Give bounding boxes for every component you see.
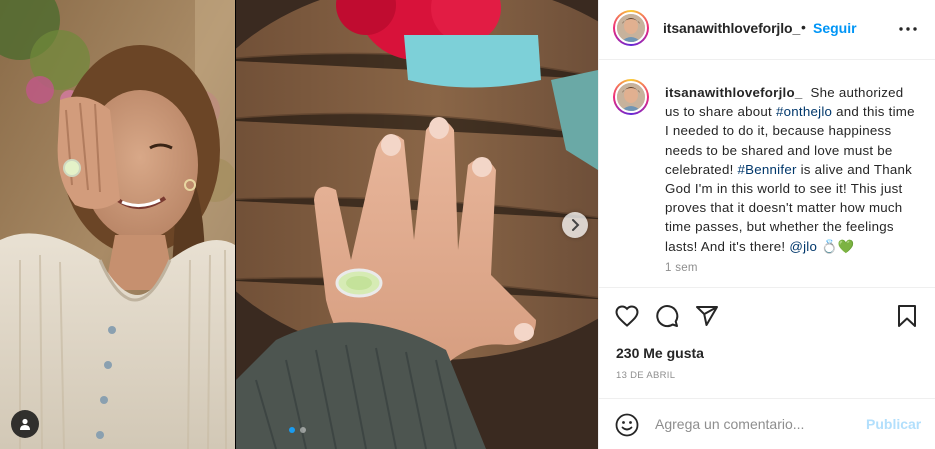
caption-timestamp[interactable]: 1 sem xyxy=(665,262,698,274)
carousel-dot-1 xyxy=(289,427,295,433)
more-options-icon[interactable] xyxy=(897,16,919,42)
comment-icon[interactable] xyxy=(653,302,681,330)
carousel-indicator xyxy=(289,427,306,433)
carousel-dot-2 xyxy=(300,427,306,433)
caption-username[interactable]: itsanawithloveforjlo_ xyxy=(665,85,803,100)
chevron-right-icon xyxy=(572,219,580,231)
comment-bar: Publicar xyxy=(599,398,935,449)
post-header: itsanawithloveforjlo_ • Seguir xyxy=(599,0,935,60)
separator-dot: • xyxy=(801,19,806,35)
post-sidebar: itsanawithloveforjlo_ • Seguir itsanawit… xyxy=(598,0,935,449)
header-username[interactable]: itsanawithloveforjlo_ xyxy=(663,20,800,36)
post-date[interactable]: 13 DE ABRIL xyxy=(616,370,675,381)
smiley-icon[interactable] xyxy=(613,411,641,439)
heart-icon[interactable] xyxy=(613,302,641,330)
follow-button[interactable]: Seguir xyxy=(813,20,857,36)
photo-woman-showing-ring xyxy=(0,0,235,449)
bookmark-icon[interactable] xyxy=(893,302,921,330)
caption-emoji: 💍💚 xyxy=(821,238,855,254)
caption-section: itsanawithloveforjlo_ She authorized us … xyxy=(599,61,935,287)
post-media[interactable] xyxy=(0,0,598,449)
photo-hand-with-ring xyxy=(236,0,598,449)
paper-plane-icon[interactable] xyxy=(693,302,721,330)
avatar[interactable] xyxy=(613,10,649,46)
caption-avatar[interactable] xyxy=(613,79,649,115)
post-actions: 230 Me gusta 13 DE ABRIL xyxy=(599,287,935,398)
caption-text: itsanawithloveforjlo_ She authorized us … xyxy=(665,83,921,256)
publish-button[interactable]: Publicar xyxy=(866,416,921,432)
hashtag-link[interactable]: #onthejlo xyxy=(776,104,832,119)
likes-count[interactable]: 230 Me gusta xyxy=(616,345,704,361)
mention-link[interactable]: @jlo xyxy=(789,239,817,254)
comment-input[interactable] xyxy=(655,413,855,435)
user-tag-icon[interactable] xyxy=(11,410,39,438)
hashtag-link[interactable]: #Bennifer xyxy=(737,162,796,177)
carousel-next-button[interactable] xyxy=(562,212,588,238)
